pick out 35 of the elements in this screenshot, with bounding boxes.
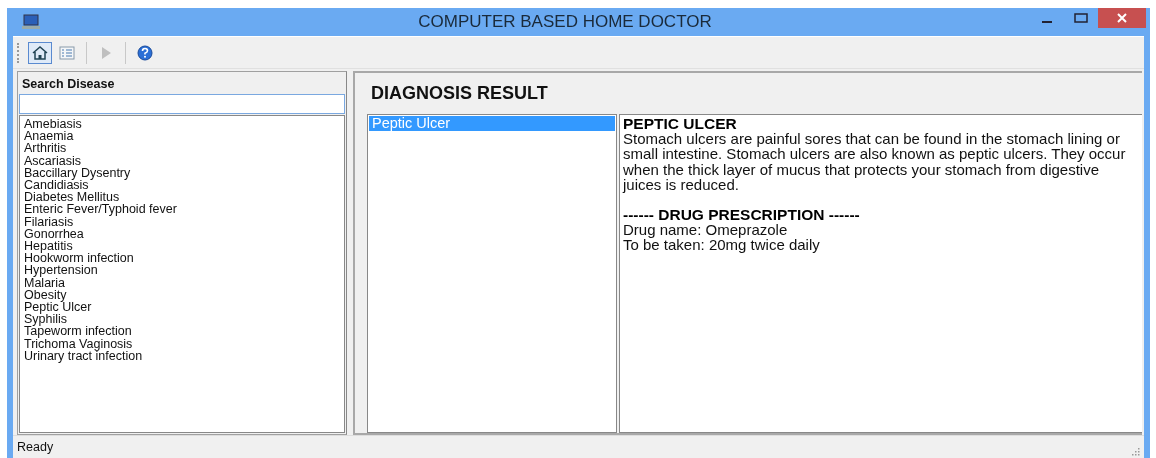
disease-item[interactable]: Enteric Fever/Typhoid fever (24, 203, 344, 216)
prescription-line: Drug name: Omeprazole (623, 222, 789, 238)
disease-item[interactable]: Trichoma Vaginosis (24, 337, 344, 350)
maximize-icon (1074, 13, 1088, 23)
computer-icon (22, 14, 40, 30)
diagnosis-title: DIAGNOSIS RESULT (371, 83, 549, 104)
disease-item[interactable]: Obesity (24, 288, 344, 302)
disease-item[interactable]: Amebiasis (24, 118, 344, 131)
close-icon (1116, 13, 1128, 23)
disease-item[interactable]: Hookworm infection (24, 252, 344, 265)
window-title: COMPUTER BASED HOME DOCTOR (417, 12, 713, 32)
disease-item[interactable]: Tapeworm infection (24, 325, 344, 338)
disease-item[interactable]: Hepatitis (24, 240, 344, 253)
minimize-icon (1042, 21, 1052, 23)
status-text: Ready (17, 440, 54, 454)
prescription-heading: ------ DRUG PRESCRIPTION ------ (623, 207, 861, 223)
search-field[interactable] (19, 94, 345, 114)
resize-grip-icon (1130, 446, 1140, 456)
disease-item[interactable]: Gonorrhea (24, 227, 344, 241)
disease-item[interactable]: Hypertension (24, 264, 344, 277)
disease-item[interactable]: Ascariasis (24, 154, 344, 167)
disease-item[interactable]: Arthritis (24, 142, 344, 155)
disease-item[interactable]: Candidiasis (24, 179, 344, 192)
disease-item[interactable]: Baccillary Dysentry (24, 166, 344, 179)
disease-item[interactable]: Peptic Ulcer (24, 301, 344, 314)
disease-item[interactable]: Anaemia (24, 130, 344, 143)
prescription-line: To be taken: 20mg twice daily (623, 237, 821, 253)
disease-heading: PEPTIC ULCER (623, 116, 738, 131)
close-button[interactable] (1098, 8, 1146, 28)
search-label: Search Disease (21, 76, 116, 93)
disease-item[interactable]: Syphilis (24, 313, 344, 326)
disease-item[interactable]: Diabetes Mellitus (24, 191, 344, 204)
disease-description: Stomach ulcers are painful sores that can be found in the stomach lining or small intestine. Stomach ulcers are also known as peptic ulcers. They occur when the thick layer of mucus that protects your stomach from digestive juices is reduced. (623, 131, 1127, 193)
disease-item[interactable]: Malaria (24, 276, 344, 289)
disease-item[interactable]: Filariasis (24, 215, 344, 228)
